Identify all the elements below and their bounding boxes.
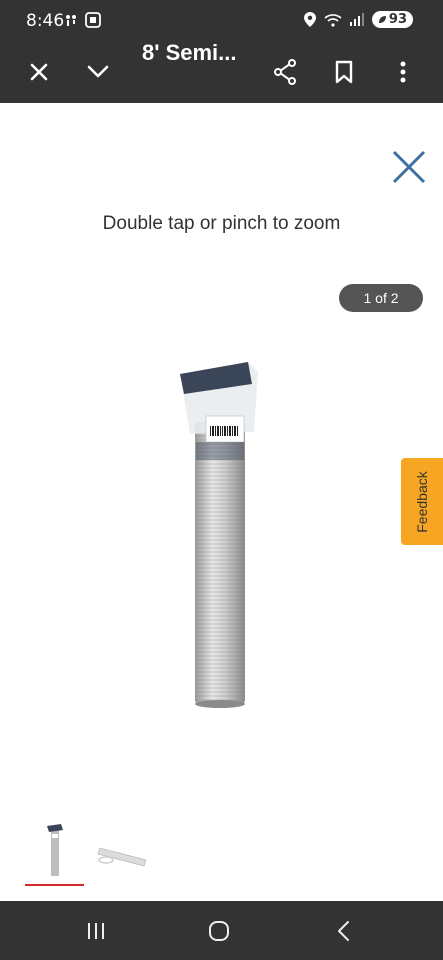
feedback-tab[interactable]: Feedback — [401, 458, 443, 545]
collapse-button[interactable] — [78, 52, 118, 92]
duct-image — [180, 362, 258, 708]
feedback-label: Feedback — [414, 470, 430, 533]
close-icon — [30, 63, 48, 81]
status-time: 8:46 — [26, 11, 65, 31]
battery-indicator: 93 — [371, 11, 413, 28]
location-icon — [303, 12, 316, 27]
screenshot-icon — [85, 12, 101, 28]
viewer-close-button[interactable] — [388, 146, 430, 188]
selected-thumbnail-indicator — [25, 884, 84, 886]
signal-icon — [349, 13, 364, 26]
close-button[interactable] — [19, 52, 59, 92]
app-toolbar: 8' Semi... — [0, 40, 443, 103]
thumbnail-2[interactable] — [94, 822, 152, 886]
thumbnail-image-duct-kit — [97, 847, 147, 867]
share-icon — [274, 59, 296, 85]
home-button[interactable] — [199, 915, 239, 947]
more-vertical-icon — [400, 61, 406, 83]
bookmark-icon — [335, 60, 353, 84]
zoom-hint: Double tap or pinch to zoom — [102, 213, 341, 234]
share-button[interactable] — [265, 52, 305, 92]
close-icon — [392, 150, 426, 184]
page-counter: 1 of 2 — [339, 284, 423, 312]
more-options-button[interactable] — [383, 52, 423, 92]
back-button[interactable] — [323, 915, 363, 947]
bookmark-button[interactable] — [324, 52, 364, 92]
home-icon — [209, 921, 229, 941]
recents-button[interactable] — [76, 915, 116, 947]
status-right-icons: 93 — [303, 11, 413, 28]
battery-saver-icon — [378, 16, 386, 23]
recents-icon — [88, 923, 104, 939]
thumbnail-1[interactable] — [25, 822, 84, 886]
status-left-icons — [65, 12, 101, 28]
notification-icon — [66, 15, 76, 26]
wifi-icon — [324, 13, 342, 27]
back-icon — [338, 921, 349, 941]
thumbnail-image-duct — [47, 824, 63, 876]
status-bar: 8:46 93 — [0, 0, 443, 40]
system-nav-bar — [0, 901, 443, 960]
battery-level: 93 — [388, 12, 407, 27]
page-title: 8' Semi... — [142, 40, 237, 65]
product-image[interactable] — [178, 362, 266, 708]
chevron-down-icon — [87, 65, 109, 78]
